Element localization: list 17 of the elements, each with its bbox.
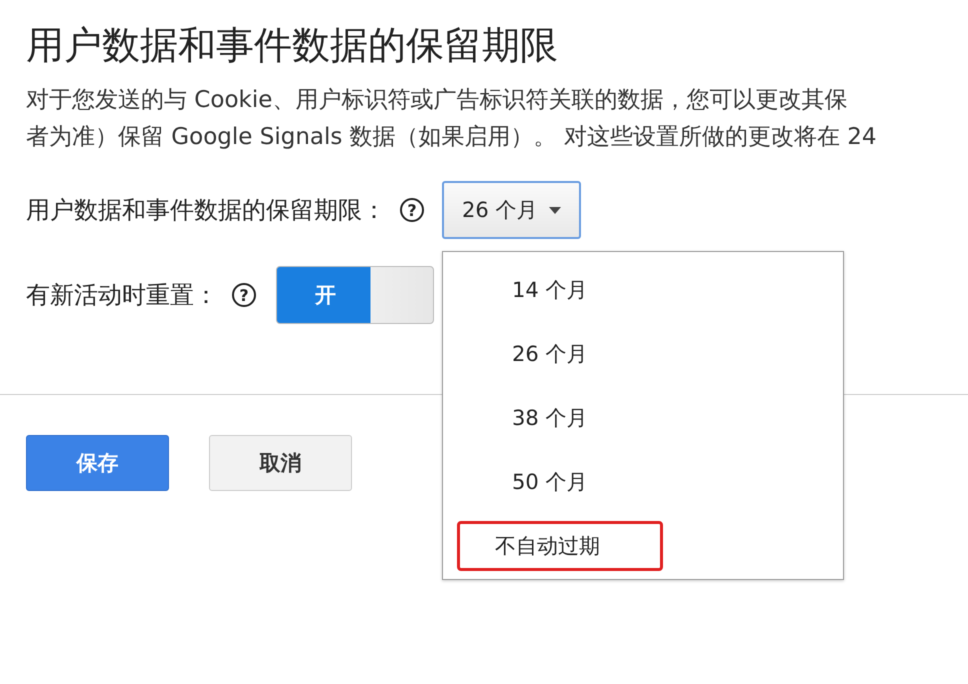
save-button[interactable]: 保存 — [26, 435, 169, 491]
help-icon[interactable]: ? — [400, 198, 424, 222]
retention-dropdown[interactable]: 26 个月 — [442, 181, 582, 239]
toggle-switch[interactable]: 开 — [276, 266, 434, 324]
dropdown-option[interactable]: 50 个月 — [457, 450, 663, 514]
description-line: 者为准）保留 Google Signals 数据（如果启用）。 对这些设置所做的更改将在 24 — [26, 123, 877, 152]
field-label: 用户数据和事件数据的保留期限： — [26, 195, 386, 226]
dropdown-option[interactable]: 14 个月 — [457, 258, 663, 322]
help-icon[interactable]: ? — [232, 283, 256, 307]
cancel-button[interactable]: 取消 — [209, 435, 352, 491]
description-line: 对于您发送的与 Cookie、用户标识符或广告标识符关联的数据，您可以更改其保 — [26, 86, 848, 115]
dropdown-option[interactable]: 26 个月 — [457, 322, 663, 386]
dropdown-option[interactable]: 不自动过期 — [457, 521, 663, 571]
dropdown-option[interactable]: 38 个月 — [457, 386, 663, 450]
field-label: 有新活动时重置： — [26, 280, 218, 311]
caret-icon — [549, 206, 562, 214]
page-title: 用户数据和事件数据的保留期限 — [26, 22, 558, 69]
